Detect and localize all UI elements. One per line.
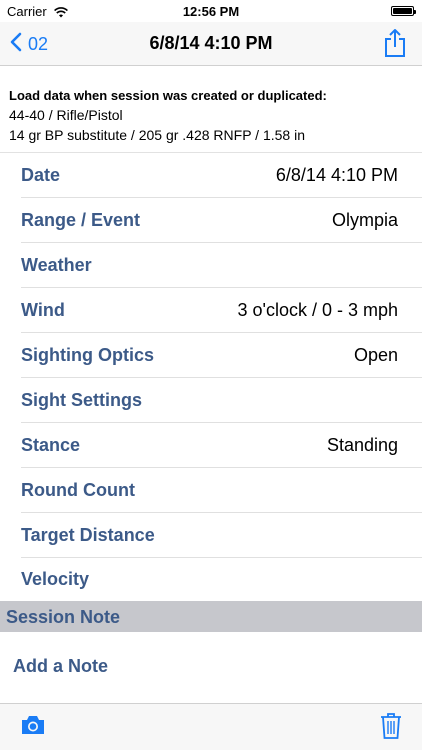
session-note-header: Session Note [0, 601, 422, 632]
add-note-row[interactable]: Add a Note [0, 632, 422, 704]
row-value: Standing [326, 435, 398, 455]
bottom-toolbar [0, 704, 422, 750]
row-label: Stance [21, 435, 81, 455]
camera-icon [20, 716, 46, 740]
row-label: Wind [21, 300, 65, 320]
row-label: Range / Event [21, 210, 141, 230]
load-data-heading: Load data when session was created or du… [9, 88, 327, 103]
section-title: Session Note [6, 607, 121, 627]
navigation-bar: 02 6/8/14 4:10 PM [0, 22, 422, 66]
row-sighting-optics[interactable]: Sighting Optics Open [0, 333, 422, 378]
row-round-count[interactable]: Round Count [0, 468, 422, 513]
row-label: Round Count [21, 480, 135, 500]
row-label: Sight Settings [21, 390, 142, 410]
row-label: Velocity [21, 569, 90, 589]
row-value: 3 o'clock / 0 - 3 mph [237, 300, 398, 320]
load-data-info: Load data when session was created or du… [0, 66, 422, 153]
row-weather[interactable]: Weather [0, 243, 422, 288]
row-target-distance[interactable]: Target Distance [0, 513, 422, 558]
row-sight-settings[interactable]: Sight Settings [0, 378, 422, 423]
row-date[interactable]: Date 6/8/14 4:10 PM [0, 153, 422, 198]
row-velocity[interactable]: Velocity [0, 557, 422, 602]
battery-icon [391, 6, 416, 16]
status-bar: Carrier 12:56 PM [0, 0, 422, 22]
row-label: Date [21, 165, 61, 185]
camera-button[interactable] [20, 714, 46, 741]
share-button[interactable] [384, 28, 406, 63]
row-label: Sighting Optics [21, 345, 154, 365]
add-note-label: Add a Note [13, 656, 109, 676]
row-stance[interactable]: Stance Standing [0, 423, 422, 468]
row-range-event[interactable]: Range / Event Olympia [0, 198, 422, 243]
load-data-recipe: 14 gr BP substitute / 205 gr .428 RNFP /… [9, 127, 305, 143]
status-time: 12:56 PM [182, 4, 240, 19]
row-wind[interactable]: Wind 3 o'clock / 0 - 3 mph [0, 288, 422, 333]
page-title: 6/8/14 4:10 PM [149, 33, 273, 53]
row-value: Open [353, 345, 398, 365]
share-icon [384, 29, 406, 62]
trash-icon [380, 713, 402, 744]
row-value: 6/8/14 4:10 PM [275, 165, 398, 185]
row-label: Target Distance [21, 525, 155, 545]
trash-button[interactable] [380, 712, 402, 745]
row-value: Olympia [331, 210, 398, 230]
load-data-cartridge: 44-40 / Rifle/Pistol [9, 107, 123, 123]
row-label: Weather [21, 255, 92, 275]
